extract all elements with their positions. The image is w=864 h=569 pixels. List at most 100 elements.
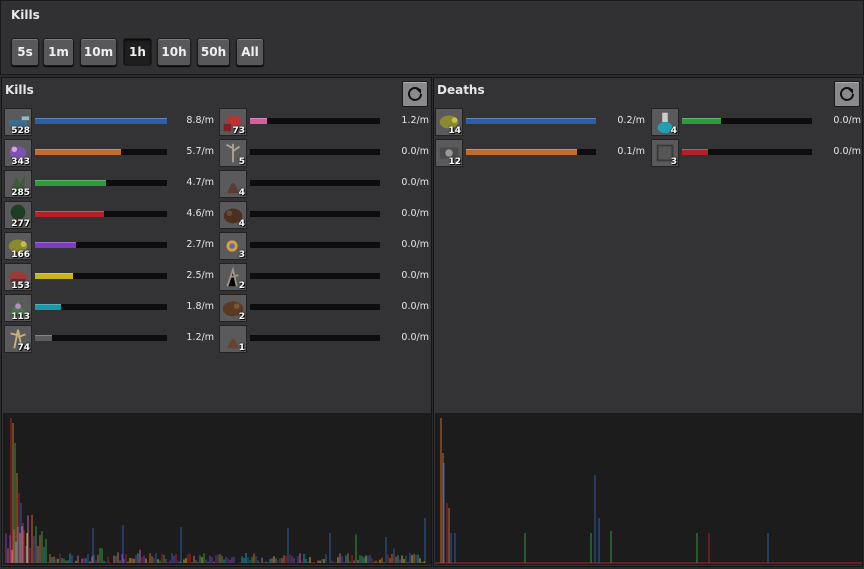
rate-value: 2.5/m xyxy=(186,270,214,281)
stat-row: 14 0.2/m xyxy=(435,108,645,136)
rate-value: 8.8/m xyxy=(186,115,214,126)
time-button-10h[interactable]: 10h xyxy=(157,38,191,66)
medium-biter-icon[interactable]: 166 xyxy=(4,232,32,260)
count-badge: 343 xyxy=(11,157,30,167)
rate-bar-fill xyxy=(35,118,167,124)
stat-row: 285 4.7/m xyxy=(4,170,214,198)
stat-row: 1 0.0/m xyxy=(219,325,429,353)
rate-bar xyxy=(250,149,380,155)
count-badge: 73 xyxy=(232,126,245,136)
rate-value: 0.0/m xyxy=(401,301,429,312)
rate-bar xyxy=(35,118,167,124)
character-icon[interactable]: 73 xyxy=(219,108,247,136)
stat-row: 528 8.8/m xyxy=(4,108,214,136)
stat-row: 5 0.0/m xyxy=(219,139,429,167)
tank-icon[interactable]: 12 xyxy=(435,139,463,167)
rate-bar xyxy=(250,304,380,310)
gun-turret-icon[interactable]: 528 xyxy=(4,108,32,136)
time-button-50h[interactable]: 50h xyxy=(197,38,230,66)
flask-icon[interactable]: 4 xyxy=(651,108,679,136)
time-button-1h[interactable]: 1h xyxy=(123,38,152,66)
rate-bar xyxy=(250,273,380,279)
small-biter-icon[interactable]: 285 xyxy=(4,170,32,198)
rate-bar-fill xyxy=(35,335,53,341)
rate-value: 1.2/m xyxy=(401,115,429,126)
kills-refresh-button[interactable] xyxy=(402,81,428,107)
rate-bar-fill xyxy=(35,211,104,217)
rate-value: 0.1/m xyxy=(617,146,645,157)
rate-value: 1.2/m xyxy=(186,332,214,343)
time-button-all[interactable]: All xyxy=(236,38,264,66)
rate-value: 0.2/m xyxy=(617,115,645,126)
big-rock-icon[interactable]: 4 xyxy=(219,201,247,229)
count-badge: 4 xyxy=(238,219,245,229)
rate-value: 4.7/m xyxy=(186,177,214,188)
rate-value: 2.7/m xyxy=(186,239,214,250)
deaths-graph xyxy=(435,413,862,565)
medium-spitter-icon[interactable]: 113 xyxy=(4,294,32,322)
rate-bar-fill xyxy=(466,118,596,124)
small-spitter-icon[interactable]: 153 xyxy=(4,263,32,291)
stat-row: 343 5.7/m xyxy=(4,139,214,167)
tree-icon[interactable]: 277 xyxy=(4,201,32,229)
sand-rock-icon[interactable]: 1 xyxy=(219,325,247,353)
stat-row: 4 0.0/m xyxy=(651,108,861,136)
dead-tree-icon[interactable]: 5 xyxy=(219,139,247,167)
rate-bar xyxy=(35,273,167,279)
rate-bar xyxy=(466,118,596,124)
flare-icon[interactable]: 3 xyxy=(219,232,247,260)
rate-value: 0.0/m xyxy=(401,239,429,250)
rate-bar xyxy=(682,149,812,155)
medium-biter-icon[interactable]: 14 xyxy=(435,108,463,136)
stat-row: 113 1.8/m xyxy=(4,294,214,322)
refresh-icon xyxy=(840,87,854,101)
rate-value: 0.0/m xyxy=(833,115,861,126)
count-badge: 14 xyxy=(448,126,461,136)
rate-bar-fill xyxy=(250,118,267,124)
dead-bush-icon[interactable]: 2 xyxy=(219,263,247,291)
rate-bar xyxy=(35,335,167,341)
count-badge: 2 xyxy=(238,312,245,322)
time-button-1m[interactable]: 1m xyxy=(43,38,74,66)
small-worm-icon[interactable]: 343 xyxy=(4,139,32,167)
rate-bar-fill xyxy=(35,180,107,186)
kills-graph xyxy=(3,413,431,565)
count-badge: 4 xyxy=(238,188,245,198)
stat-row: 166 2.7/m xyxy=(4,232,214,260)
rock-icon[interactable]: 4 xyxy=(219,170,247,198)
time-button-5s[interactable]: 5s xyxy=(11,38,39,66)
rate-bar xyxy=(682,118,812,124)
rate-bar-fill xyxy=(682,149,708,155)
rate-bar xyxy=(35,211,167,217)
stat-row: 153 2.5/m xyxy=(4,263,214,291)
huge-rock-icon[interactable]: 2 xyxy=(219,294,247,322)
count-badge: 153 xyxy=(11,281,30,291)
stat-row: 74 1.2/m xyxy=(4,325,214,353)
count-badge: 285 xyxy=(11,188,30,198)
deaths-refresh-button[interactable] xyxy=(834,81,860,107)
rate-bar xyxy=(250,335,380,341)
wall-icon[interactable]: 3 xyxy=(651,139,679,167)
count-badge: 166 xyxy=(11,250,30,260)
count-badge: 528 xyxy=(11,126,30,136)
count-badge: 2 xyxy=(238,281,245,291)
deaths-panel: Deaths 14 0.2/m 12 0.1/m 4 0.0/m 3 0.0/m xyxy=(433,77,863,567)
count-badge: 3 xyxy=(238,250,245,260)
deaths-title: Deaths xyxy=(437,83,485,97)
count-badge: 12 xyxy=(448,157,461,167)
window-title: Kills xyxy=(11,8,40,22)
rate-bar-fill xyxy=(35,273,74,279)
stat-row: 4 0.0/m xyxy=(219,170,429,198)
rate-value: 5.7/m xyxy=(186,146,214,157)
rate-bar xyxy=(250,118,380,124)
rate-value: 0.0/m xyxy=(401,270,429,281)
rate-bar-fill xyxy=(35,242,76,248)
rate-bar xyxy=(250,211,380,217)
stat-row: 73 1.2/m xyxy=(219,108,429,136)
rate-bar xyxy=(35,304,167,310)
count-badge: 113 xyxy=(11,312,30,322)
count-badge: 4 xyxy=(670,126,677,136)
time-button-10m[interactable]: 10m xyxy=(80,38,117,66)
dry-tree-icon[interactable]: 74 xyxy=(4,325,32,353)
rate-value: 1.8/m xyxy=(186,301,214,312)
